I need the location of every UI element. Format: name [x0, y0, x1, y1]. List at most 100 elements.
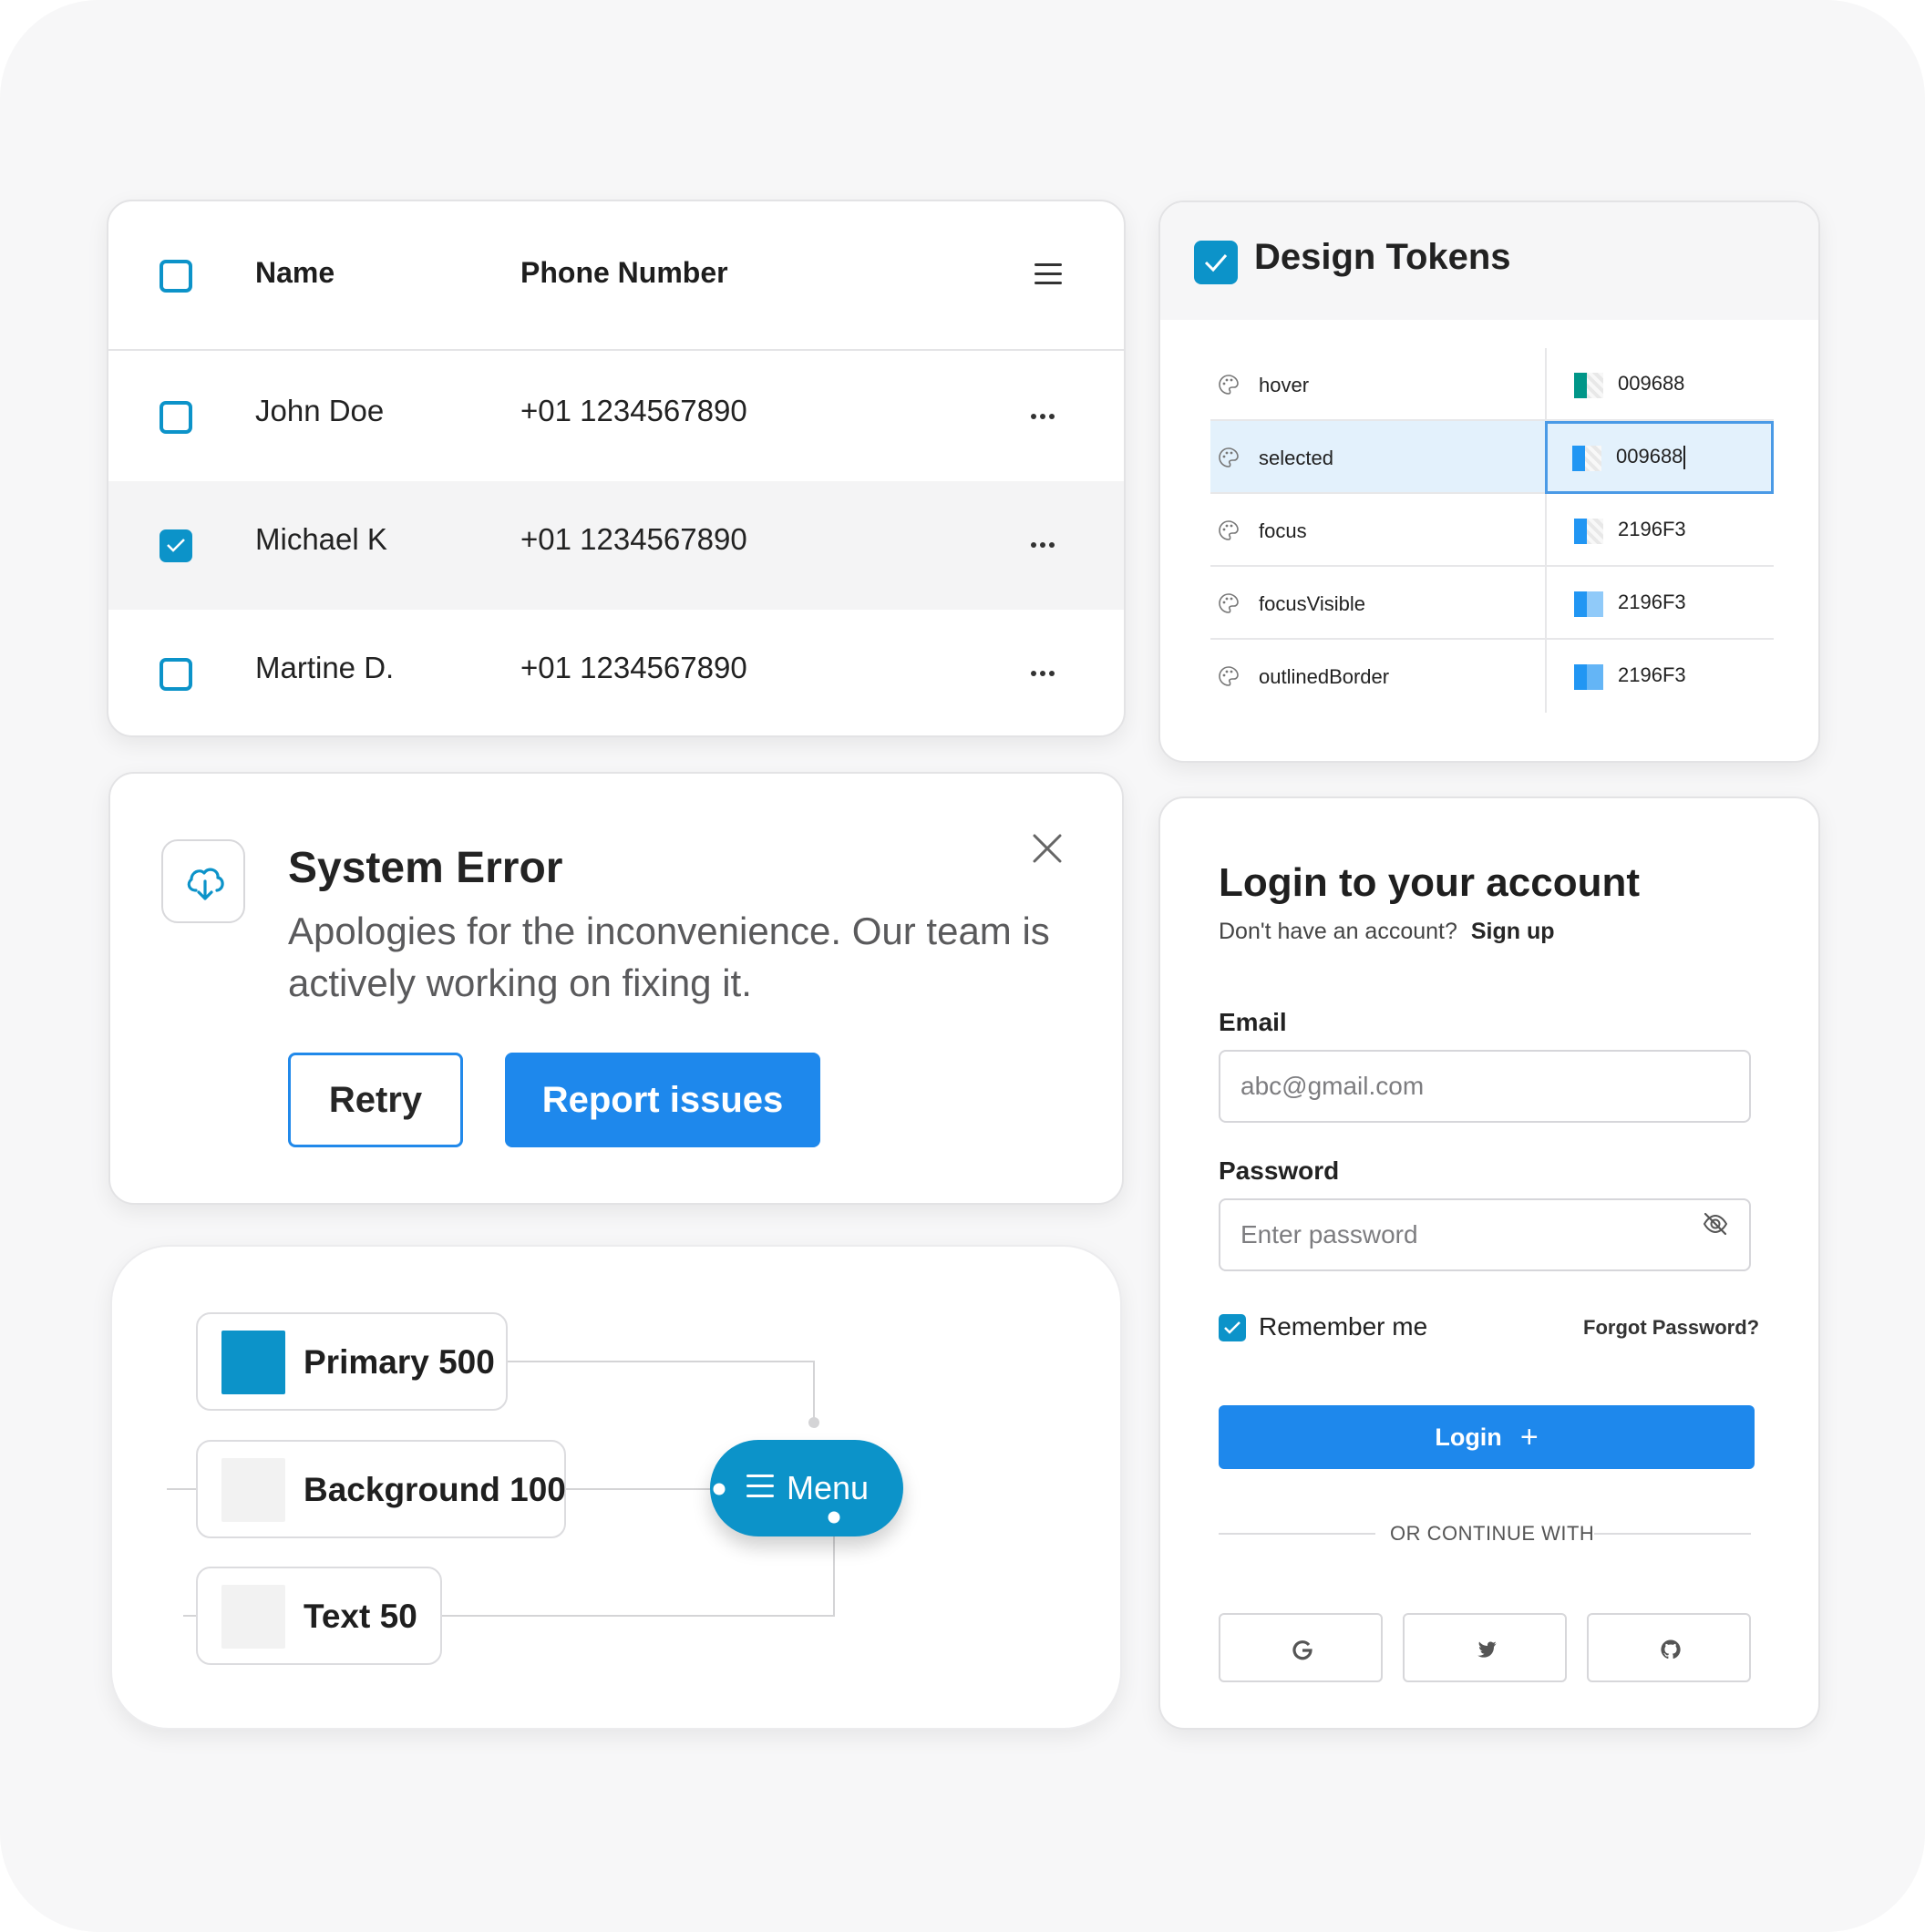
chip-label: Text 50	[304, 1598, 417, 1635]
password-label: Password	[1219, 1156, 1340, 1185]
token-value: 2196F3	[1618, 591, 1686, 613]
token-value-cell[interactable]: 2196F3	[1545, 640, 1774, 713]
eye-off-icon[interactable]	[1702, 1210, 1729, 1238]
google-icon	[1292, 1640, 1312, 1660]
color-chip	[1574, 519, 1603, 544]
palette-icon	[1219, 593, 1239, 613]
tokens-header: Design Tokens	[1160, 202, 1818, 320]
chip-label: Primary 500	[304, 1343, 495, 1381]
signup-link[interactable]: Sign up	[1471, 919, 1555, 944]
token-value: 009688	[1618, 372, 1685, 395]
text-caret	[1683, 446, 1686, 470]
login-button[interactable]: Login +	[1219, 1405, 1755, 1469]
token-name: focusVisible	[1259, 592, 1365, 615]
palette-icon	[1219, 447, 1239, 468]
remember-me-checkbox[interactable]	[1219, 1314, 1246, 1341]
palette-icon	[1219, 520, 1239, 540]
token-chip-background[interactable]: Background 100	[196, 1440, 566, 1538]
retry-button[interactable]: Retry	[288, 1053, 463, 1147]
row-checkbox-checked[interactable]	[160, 529, 192, 562]
github-login-button[interactable]	[1587, 1613, 1751, 1682]
contacts-table-card: Name Phone Number John Doe +01 123456789…	[107, 200, 1126, 737]
token-value: 2196F3	[1618, 663, 1686, 686]
row-name: John Doe	[255, 394, 385, 427]
row-phone: +01 1234567890	[520, 394, 747, 427]
table-row-selected[interactable]: Michael K +01 1234567890	[108, 481, 1124, 610]
token-chip-text[interactable]: Text 50	[196, 1567, 442, 1665]
token-row[interactable]: outlinedBorder 2196F3	[1210, 640, 1774, 713]
table-row[interactable]: John Doe +01 1234567890	[108, 353, 1124, 481]
phone-column-header[interactable]: Phone Number	[520, 256, 728, 290]
alert-icon-box	[161, 839, 245, 923]
divider-text: OR CONTINUE WITH	[1390, 1522, 1595, 1545]
check-icon	[167, 539, 185, 552]
password-field[interactable]	[1219, 1198, 1751, 1271]
design-tokens-card: Design Tokens hover 009688 selected 0096…	[1158, 200, 1820, 763]
table-header: Name Phone Number	[108, 201, 1124, 351]
token-value-cell[interactable]: 009688	[1545, 348, 1774, 421]
token-row-selected[interactable]: selected 009688	[1210, 421, 1774, 494]
email-field[interactable]	[1219, 1050, 1751, 1123]
menu-label: Menu	[787, 1469, 870, 1506]
row-more-icon[interactable]	[1031, 664, 1062, 683]
token-name: outlinedBorder	[1259, 665, 1390, 688]
token-row[interactable]: hover 009688	[1210, 348, 1774, 421]
divider-left	[1219, 1533, 1375, 1535]
forgot-password-link[interactable]: Forgot Password?	[1583, 1316, 1759, 1340]
check-icon	[1224, 1321, 1240, 1334]
login-title: Login to your account	[1219, 860, 1640, 905]
token-name: selected	[1259, 447, 1333, 469]
row-more-icon[interactable]	[1031, 407, 1062, 426]
color-chip	[1572, 446, 1601, 471]
check-icon	[1204, 254, 1228, 272]
email-label: Email	[1219, 1008, 1287, 1036]
token-value: 2196F3	[1618, 518, 1686, 540]
select-all-checkbox[interactable]	[160, 260, 192, 293]
token-value-input[interactable]: 009688	[1545, 421, 1774, 494]
plus-icon: +	[1519, 1420, 1539, 1454]
row-phone: +01 1234567890	[520, 522, 747, 556]
color-token-flow-card: Primary 500 Background 100 Text 50 Menu	[110, 1245, 1122, 1730]
row-phone: +01 1234567890	[520, 651, 747, 684]
row-more-icon[interactable]	[1031, 536, 1062, 554]
token-row[interactable]: focusVisible 2196F3	[1210, 567, 1774, 640]
menu-button[interactable]: Menu	[710, 1440, 903, 1536]
column-menu-icon[interactable]	[1035, 263, 1062, 285]
token-chip-primary[interactable]: Primary 500	[196, 1312, 508, 1411]
row-checkbox[interactable]	[160, 658, 192, 691]
system-error-alert: System Error Apologies for the inconveni…	[108, 772, 1124, 1205]
color-chip	[1574, 373, 1603, 398]
login-form-card: Login to your account Don't have an acco…	[1158, 796, 1820, 1730]
cloud-download-icon	[187, 868, 224, 900]
google-login-button[interactable]	[1219, 1613, 1383, 1682]
row-name: Michael K	[255, 522, 387, 556]
table-row[interactable]: Martine D. +01 1234567890	[108, 610, 1124, 735]
palette-icon	[1219, 666, 1239, 686]
token-name: focus	[1259, 519, 1307, 542]
hamburger-icon	[746, 1475, 774, 1497]
color-chip	[1574, 664, 1603, 690]
token-row[interactable]: focus 2196F3	[1210, 494, 1774, 567]
canvas: Name Phone Number John Doe +01 123456789…	[0, 0, 1925, 1932]
twitter-icon	[1477, 1641, 1497, 1658]
color-chip	[1574, 591, 1603, 617]
remember-me-label[interactable]: Remember me	[1259, 1312, 1427, 1341]
tokens-checkbox[interactable]	[1194, 241, 1238, 284]
token-value-cell[interactable]: 2196F3	[1545, 494, 1774, 567]
name-column-header[interactable]: Name	[255, 256, 335, 290]
divider-right	[1594, 1533, 1751, 1535]
color-swatch	[221, 1585, 285, 1649]
alert-title: System Error	[288, 844, 563, 892]
twitter-login-button[interactable]	[1403, 1613, 1567, 1682]
token-value: 009688	[1616, 445, 1686, 470]
color-swatch	[221, 1458, 285, 1522]
token-name: hover	[1259, 374, 1310, 396]
close-icon[interactable]	[1029, 830, 1065, 867]
no-account-text: Don't have an account?	[1219, 919, 1457, 944]
row-name: Martine D.	[255, 651, 395, 684]
tokens-title: Design Tokens	[1254, 237, 1511, 277]
report-issues-button[interactable]: Report issues	[505, 1053, 820, 1147]
row-checkbox[interactable]	[160, 401, 192, 434]
palette-icon	[1219, 375, 1239, 395]
token-value-cell[interactable]: 2196F3	[1545, 567, 1774, 640]
